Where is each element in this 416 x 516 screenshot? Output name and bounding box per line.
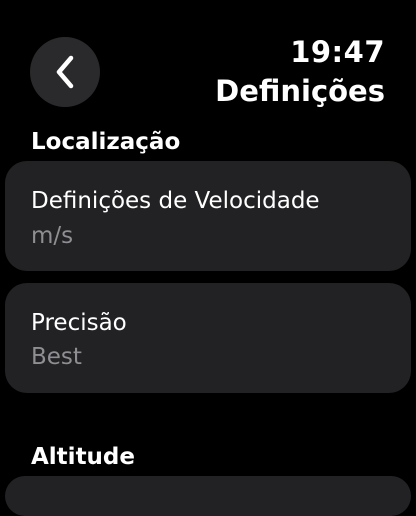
back-button[interactable] (30, 37, 100, 107)
setting-precision-value: Best (31, 344, 82, 370)
chevron-left-icon (54, 55, 76, 89)
setting-speed-units-label: Definições de Velocidade (31, 188, 320, 214)
page-title: Definições (215, 74, 385, 108)
section-header-location: Localização (31, 129, 181, 155)
setting-speed-units-value: m/s (31, 223, 74, 249)
setting-speed-units[interactable]: Definições de Velocidade m/s (5, 161, 411, 271)
section-header-altitude: Altitude (31, 444, 135, 470)
clock-time: 19:47 (290, 35, 385, 69)
setting-precision[interactable]: Precisão Best (5, 283, 411, 393)
setting-precision-label: Precisão (31, 310, 127, 336)
setting-altitude-card[interactable] (5, 476, 411, 516)
